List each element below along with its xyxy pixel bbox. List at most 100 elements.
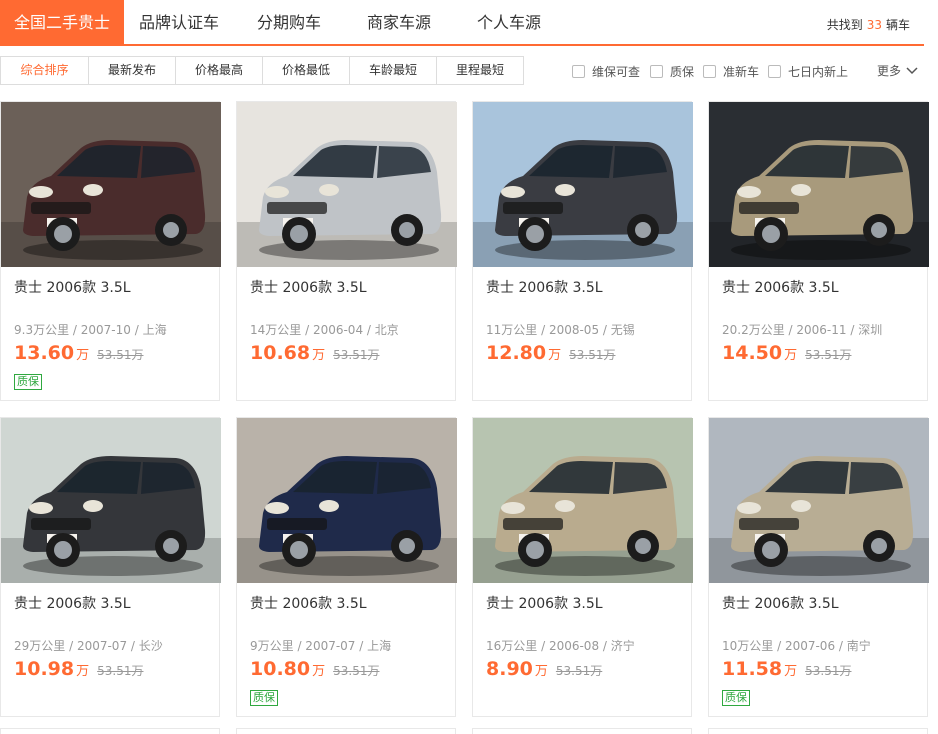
- price-unit: 万: [784, 348, 798, 363]
- car-meta: 9.3万公里 / 2007-10 / 上海: [14, 323, 167, 337]
- car-photo[interactable]: [1, 418, 221, 583]
- price-value: 12.80: [486, 342, 547, 364]
- car-title[interactable]: 贵士 2006款 3.5L: [486, 277, 603, 297]
- tab-installment[interactable]: 分期购车: [257, 0, 321, 44]
- car-meta: 9万公里 / 2007-07 / 上海: [250, 639, 392, 653]
- result-count: 共找到 33 辆车: [827, 16, 910, 33]
- sort-mileage-short[interactable]: 里程最短: [437, 57, 523, 84]
- original-price: 53.51万: [805, 664, 852, 678]
- car-price: 14.50 万 53.51万: [722, 342, 851, 364]
- car-photo[interactable]: [237, 418, 457, 583]
- filter-label: 七日内新上: [788, 64, 849, 79]
- price-value: 10.80: [250, 658, 311, 680]
- sort-age-short[interactable]: 车龄最短: [350, 57, 437, 84]
- car-meta: 14万公里 / 2006-04 / 北京: [250, 323, 399, 337]
- filter-near-new[interactable]: 准新车: [703, 62, 759, 80]
- warranty-badge: 质保: [722, 690, 750, 706]
- original-price: 53.51万: [569, 348, 616, 362]
- next-row-card[interactable]: [0, 728, 220, 734]
- car-meta: 16万公里 / 2006-08 / 济宁: [486, 639, 635, 653]
- car-card[interactable]: 贵士 2006款 3.5L 20.2万公里 / 2006-11 / 深圳 14.…: [708, 101, 929, 401]
- tab-all-used-quest[interactable]: 全国二手贵士: [0, 0, 125, 44]
- car-title[interactable]: 贵士 2006款 3.5L: [722, 277, 839, 297]
- car-title[interactable]: 贵士 2006款 3.5L: [250, 593, 367, 613]
- price-unit: 万: [534, 664, 548, 679]
- more-button[interactable]: 更多: [877, 62, 918, 79]
- price-unit: 万: [784, 664, 798, 679]
- car-price: 11.58 万 53.51万: [722, 658, 851, 680]
- car-card[interactable]: 贵士 2006款 3.5L 10万公里 / 2007-06 / 南宁 11.58…: [708, 417, 929, 717]
- price-unit: 万: [312, 664, 326, 679]
- sort-price-low[interactable]: 价格最低: [263, 57, 350, 84]
- car-photo[interactable]: [1, 102, 221, 267]
- tab-certified[interactable]: 品牌认证车: [139, 0, 219, 44]
- tab-dealer[interactable]: 商家车源: [367, 0, 431, 44]
- filter-warranty[interactable]: 质保: [650, 62, 694, 80]
- car-price: 10.80 万 53.51万: [250, 658, 379, 680]
- car-title[interactable]: 贵士 2006款 3.5L: [486, 593, 603, 613]
- car-card[interactable]: 贵士 2006款 3.5L 9.3万公里 / 2007-10 / 上海 13.6…: [0, 101, 221, 401]
- price-value: 11.58: [722, 658, 783, 680]
- price-unit: 万: [548, 348, 562, 363]
- car-title[interactable]: 贵士 2006款 3.5L: [250, 277, 367, 297]
- more-label: 更多: [877, 64, 902, 78]
- car-price: 10.68 万 53.51万: [250, 342, 379, 364]
- filter-label: 准新车: [723, 64, 760, 79]
- car-title[interactable]: 贵士 2006款 3.5L: [722, 593, 839, 613]
- price-value: 10.98: [14, 658, 75, 680]
- sort-default[interactable]: 综合排序: [1, 57, 89, 84]
- price-value: 10.68: [250, 342, 311, 364]
- result-count-suffix: 辆车: [885, 18, 910, 32]
- filter-new-7-days[interactable]: 七日内新上: [768, 62, 848, 80]
- car-photo[interactable]: [473, 418, 693, 583]
- car-meta: 11万公里 / 2008-05 / 无锡: [486, 323, 635, 337]
- car-card[interactable]: 贵士 2006款 3.5L 29万公里 / 2007-07 / 长沙 10.98…: [0, 417, 221, 717]
- next-row-card[interactable]: [236, 728, 456, 734]
- price-value: 13.60: [14, 342, 75, 364]
- next-row-card[interactable]: [708, 728, 928, 734]
- listing-tabs: 全国二手贵士 品牌认证车 分期购车 商家车源 个人车源 共找到 33 辆车: [0, 0, 924, 46]
- car-photo[interactable]: [709, 418, 929, 583]
- chevron-down-icon: [906, 66, 918, 74]
- car-card[interactable]: 贵士 2006款 3.5L 11万公里 / 2008-05 / 无锡 12.80…: [472, 101, 693, 401]
- price-unit: 万: [76, 664, 90, 679]
- filter-maintenance[interactable]: 维保可查: [572, 62, 640, 80]
- checkbox[interactable]: [768, 64, 781, 78]
- car-card[interactable]: 贵士 2006款 3.5L 9万公里 / 2007-07 / 上海 10.80 …: [236, 417, 457, 717]
- filter-label: 质保: [670, 64, 695, 79]
- car-photo[interactable]: [709, 102, 929, 267]
- sort-bar: 综合排序 最新发布 价格最高 价格最低 车龄最短 里程最短: [0, 56, 524, 85]
- car-title[interactable]: 贵士 2006款 3.5L: [14, 593, 131, 613]
- car-price: 8.90 万 53.51万: [486, 658, 602, 680]
- sort-newest[interactable]: 最新发布: [89, 57, 176, 84]
- car-price: 13.60 万 53.51万: [14, 342, 143, 364]
- car-title[interactable]: 贵士 2006款 3.5L: [14, 277, 131, 297]
- car-card[interactable]: 贵士 2006款 3.5L 16万公里 / 2006-08 / 济宁 8.90 …: [472, 417, 693, 717]
- checkbox[interactable]: [650, 64, 663, 78]
- filter-label: 维保可查: [592, 64, 641, 79]
- next-row-card[interactable]: [472, 728, 692, 734]
- original-price: 53.51万: [97, 664, 144, 678]
- car-card[interactable]: 贵士 2006款 3.5L 14万公里 / 2006-04 / 北京 10.68…: [236, 101, 457, 401]
- car-meta: 10万公里 / 2007-06 / 南宁: [722, 639, 871, 653]
- original-price: 53.51万: [805, 348, 852, 362]
- tab-personal[interactable]: 个人车源: [477, 0, 541, 44]
- original-price: 53.51万: [333, 664, 380, 678]
- price-unit: 万: [312, 348, 326, 363]
- price-unit: 万: [76, 348, 90, 363]
- price-value: 14.50: [722, 342, 783, 364]
- checkbox[interactable]: [703, 64, 716, 78]
- car-photo[interactable]: [237, 102, 457, 267]
- price-value: 8.90: [486, 658, 533, 680]
- warranty-badge: 质保: [14, 374, 42, 390]
- checkbox[interactable]: [572, 64, 585, 78]
- car-meta: 20.2万公里 / 2006-11 / 深圳: [722, 323, 883, 337]
- car-photo[interactable]: [473, 102, 693, 267]
- car-price: 10.98 万 53.51万: [14, 658, 143, 680]
- warranty-badge: 质保: [250, 690, 278, 706]
- car-meta: 29万公里 / 2007-07 / 长沙: [14, 639, 163, 653]
- result-count-prefix: 共找到: [826, 18, 863, 32]
- original-price: 53.51万: [333, 348, 380, 362]
- result-count-number: 33: [866, 18, 882, 32]
- sort-price-high[interactable]: 价格最高: [176, 57, 263, 84]
